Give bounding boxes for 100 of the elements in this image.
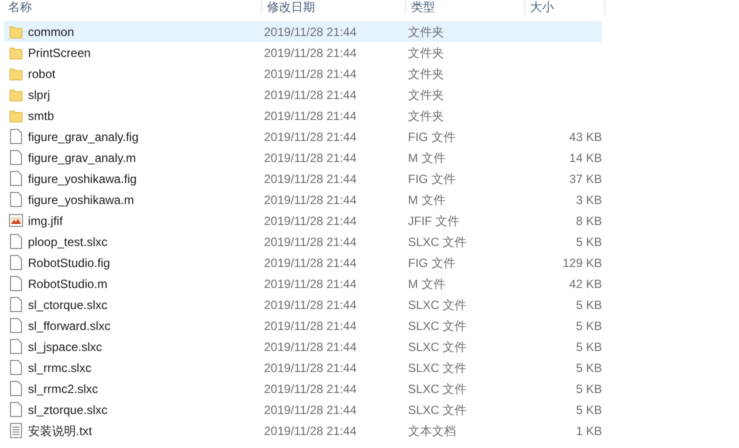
file-row[interactable]: RobotStudio.m 2019/11/28 21:44 M 文件 42 KB: [4, 273, 602, 294]
file-name: PrintScreen: [28, 44, 92, 62]
file-type: SLXC 文件: [408, 338, 468, 356]
file-size: 3 KB: [576, 192, 602, 208]
file-type: SLXC 文件: [408, 296, 468, 314]
file-name: sl_ztorque.slxc: [28, 402, 108, 418]
file-row[interactable]: figure_yoshikawa.fig 2019/11/28 21:44 FIG 文件 37 KB: [4, 168, 602, 189]
file-name: figure_yoshikawa.fig: [28, 170, 138, 188]
file-size: 14 KB: [569, 150, 602, 166]
file-row[interactable]: sl_rrmc.slxc 2019/11/28 21:44 SLXC 文件 5 KB: [4, 357, 602, 378]
file-type: 文件夹: [408, 24, 445, 40]
file-name: sl_rrmc.slxc: [28, 360, 92, 376]
modified-date: 2019/11/28 21:44: [264, 338, 358, 356]
file-icon: [10, 171, 22, 186]
modified-date: 2019/11/28 21:44: [264, 170, 358, 188]
file-size: 5 KB: [576, 380, 602, 398]
file-row[interactable]: sl_jspace.slxc 2019/11/28 21:44 SLXC 文件 5 KB: [4, 336, 602, 357]
file-name: sl_rrmc2.slxc: [28, 380, 100, 398]
file-type: M 文件: [408, 276, 446, 292]
file-row[interactable]: ploop_test.slxc 2019/11/28 21:44 SLXC 文件 5 KB: [4, 231, 602, 252]
file-icon: [10, 402, 22, 417]
modified-date: 2019/11/28 21:44: [264, 66, 358, 82]
folder-icon: [9, 88, 23, 102]
file-icon: [10, 234, 22, 249]
file-icon: [10, 129, 22, 144]
file-row[interactable]: figure_grav_analy.m 2019/11/28 21:44 M 文件 14 KB: [4, 147, 602, 168]
file-icon: [10, 255, 22, 270]
file-name: RobotStudio.fig: [28, 254, 112, 272]
file-name: figure_grav_analy.fig: [28, 128, 140, 146]
file-size: 5 KB: [576, 338, 602, 356]
file-row[interactable]: 安装说明.txt 2019/11/28 21:44 文本文档 1 KB: [4, 420, 602, 441]
file-name: ploop_test.slxc: [28, 234, 108, 250]
file-type: FIG 文件: [408, 254, 456, 272]
file-type: SLXC 文件: [408, 380, 468, 398]
text-file-icon: [10, 423, 22, 438]
file-size: 42 KB: [569, 276, 602, 292]
modified-date: 2019/11/28 21:44: [264, 86, 358, 104]
file-row[interactable]: img.jfif 2019/11/28 21:44 JFIF 文件 8 KB: [4, 210, 602, 231]
file-row[interactable]: sl_ztorque.slxc 2019/11/28 21:44 SLXC 文件 5 KB: [4, 399, 602, 420]
column-header[interactable]: 大小: [530, 0, 554, 14]
file-type: JFIF 文件: [408, 212, 460, 230]
image-file-icon: [9, 214, 23, 227]
file-name: common: [28, 24, 76, 40]
file-icon: [10, 276, 22, 291]
file-icon: [10, 360, 22, 375]
column-header[interactable]: 类型: [411, 0, 435, 14]
file-type: SLXC 文件: [408, 402, 468, 418]
modified-date: 2019/11/28 21:44: [264, 422, 358, 440]
column-header[interactable]: 名称: [8, 0, 32, 14]
file-name: 安装说明.txt: [28, 422, 94, 440]
column-header[interactable]: 修改日期: [267, 0, 315, 14]
file-row[interactable]: common 2019/11/28 21:44 文件夹: [4, 21, 602, 42]
file-row[interactable]: slprj 2019/11/28 21:44 文件夹: [4, 84, 602, 105]
folder-icon: [9, 66, 23, 80]
modified-date: 2019/11/28 21:44: [264, 234, 358, 250]
file-row[interactable]: figure_grav_analy.fig 2019/11/28 21:44 FIG 文件 43 KB: [4, 126, 602, 147]
file-row[interactable]: RobotStudio.fig 2019/11/28 21:44 FIG 文件 129 KB: [4, 252, 602, 273]
file-type: FIG 文件: [408, 170, 456, 188]
file-size: 43 KB: [569, 128, 602, 146]
file-type: SLXC 文件: [408, 318, 468, 334]
file-type: 文本文档: [408, 422, 457, 440]
file-size: 5 KB: [576, 360, 602, 376]
folder-icon: [9, 108, 23, 122]
file-type: 文件夹: [408, 66, 445, 82]
file-name: RobotStudio.m: [28, 276, 108, 292]
folder-icon: [9, 24, 23, 38]
file-size: 5 KB: [576, 402, 602, 418]
file-size: 5 KB: [576, 296, 602, 314]
file-size: 37 KB: [569, 170, 602, 188]
file-name: smtb: [28, 108, 56, 124]
modified-date: 2019/11/28 21:44: [264, 254, 358, 272]
file-name: slprj: [28, 86, 52, 104]
file-type: 文件夹: [408, 44, 445, 62]
file-type: FIG 文件: [408, 128, 456, 146]
file-type: SLXC 文件: [408, 360, 468, 376]
modified-date: 2019/11/28 21:44: [264, 212, 358, 230]
file-icon: [10, 297, 22, 312]
file-name: sl_ctorque.slxc: [28, 296, 108, 314]
file-name: figure_grav_analy.m: [28, 150, 137, 166]
modified-date: 2019/11/28 21:44: [264, 360, 358, 376]
file-row[interactable]: smtb 2019/11/28 21:44 文件夹: [4, 105, 602, 126]
modified-date: 2019/11/28 21:44: [264, 192, 358, 208]
file-icon: [10, 318, 22, 333]
modified-date: 2019/11/28 21:44: [264, 108, 358, 124]
file-row[interactable]: figure_yoshikawa.m 2019/11/28 21:44 M 文件 3 KB: [4, 189, 602, 210]
file-name: sl_jspace.slxc: [28, 338, 104, 356]
file-row[interactable]: robot 2019/11/28 21:44 文件夹: [4, 63, 602, 84]
file-row[interactable]: PrintScreen 2019/11/28 21:44 文件夹: [4, 42, 602, 63]
file-name: robot: [28, 66, 56, 82]
file-row[interactable]: sl_ctorque.slxc 2019/11/28 21:44 SLXC 文件 5 KB: [4, 294, 602, 315]
file-size: 129 KB: [562, 254, 602, 272]
file-icon: [10, 150, 22, 165]
file-size: 5 KB: [576, 318, 602, 334]
file-row[interactable]: sl_rrmc2.slxc 2019/11/28 21:44 SLXC 文件 5 KB: [4, 378, 602, 399]
file-icon: [10, 339, 22, 354]
file-icon: [10, 192, 22, 207]
file-type: M 文件: [408, 192, 446, 208]
file-row[interactable]: sl_fforward.slxc 2019/11/28 21:44 SLXC 文件 5 KB: [4, 315, 602, 336]
file-size: 5 KB: [576, 234, 602, 250]
file-size: 1 KB: [576, 422, 602, 440]
